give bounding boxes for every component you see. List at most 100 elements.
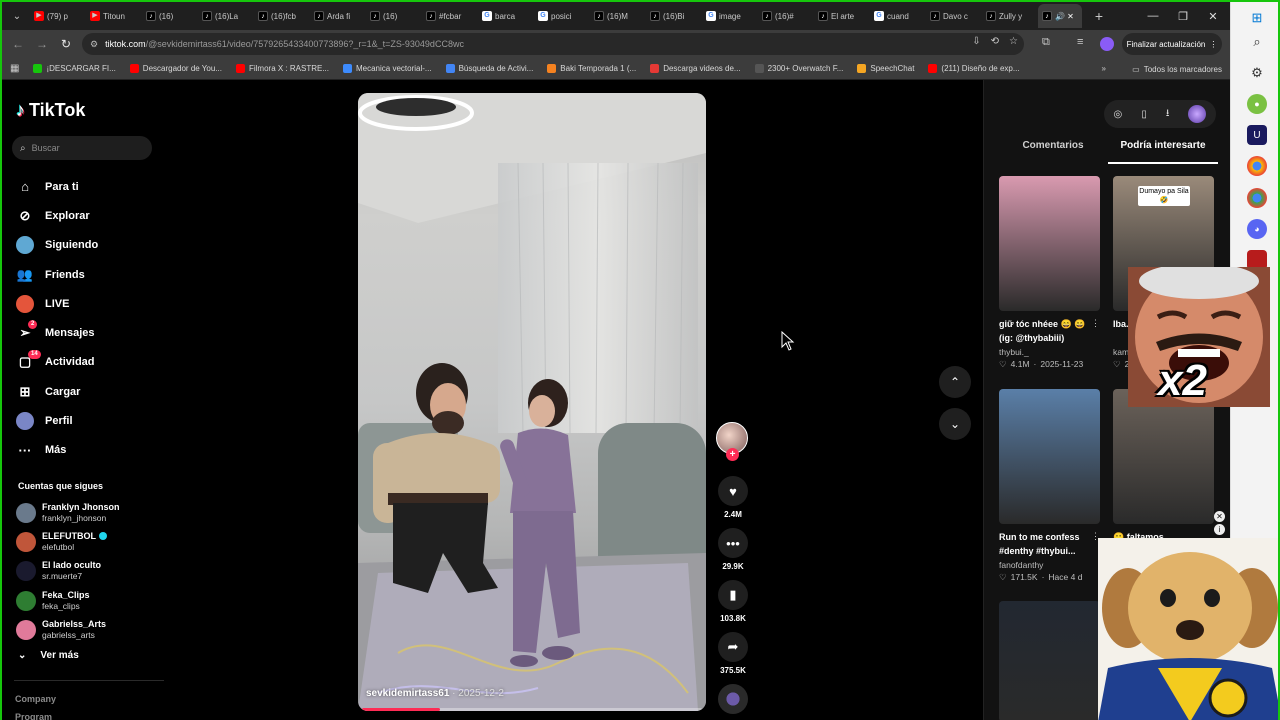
video-author[interactable]: sevkidemirtass61 — [366, 688, 449, 699]
recommended-video-card[interactable]: 🙂 faltamos... — [1113, 389, 1214, 558]
minimize-button[interactable]: — — [1138, 2, 1168, 30]
share-icon[interactable]: ➦ — [718, 632, 748, 662]
gear-icon[interactable]: ⚙ — [1247, 63, 1267, 83]
tiktok-logo[interactable]: ♪ TikTok — [16, 100, 85, 121]
share-action[interactable]: ➦ 375.5K — [716, 632, 750, 675]
browser-tab[interactable]: ♪ (16)# — [758, 4, 812, 28]
browser-tab[interactable]: ♪ Zully y — [982, 4, 1036, 28]
bookmark-item[interactable]: Descarga videos de... — [650, 64, 741, 73]
new-tab-button[interactable]: + — [1088, 8, 1110, 24]
reload-button[interactable]: ↻ — [54, 37, 78, 51]
nav-item-following[interactable]: ◉ Siguiendo — [16, 231, 166, 260]
browser-tab[interactable]: ♪ (16)Bi — [646, 4, 700, 28]
search-box[interactable]: ⌕ — [12, 136, 152, 160]
browser-tab[interactable]: Gcuand — [870, 4, 924, 28]
user-avatar[interactable] — [1188, 105, 1207, 123]
browser-tab[interactable]: ♪ (16) — [366, 4, 420, 28]
app-icon-u[interactable]: U — [1247, 125, 1267, 145]
video-thumbnail[interactable] — [999, 389, 1100, 524]
bookmark-item[interactable]: ¡DESCARGAR FI... — [33, 64, 116, 73]
discord-icon[interactable]: ◕ — [1247, 219, 1267, 239]
comment-action[interactable]: ••• 29.9K — [716, 528, 750, 571]
browser-tab[interactable]: ♪ (16)M — [590, 4, 644, 28]
download-icon[interactable]: ⭳ — [1166, 106, 1170, 123]
bookmark-item[interactable]: (211) Diseño de exp... — [928, 64, 1020, 73]
like-action[interactable]: ♥ 2.4M — [716, 476, 750, 519]
bookmark-item[interactable]: Descargador de You... — [129, 64, 222, 73]
bookmark-item[interactable]: Filmora X : RASTRE... — [235, 64, 329, 73]
bookmark-item[interactable]: 2300+ Overwatch F... — [754, 64, 843, 73]
browser-tab[interactable]: ♪ Davo c — [926, 4, 980, 28]
translate-icon[interactable]: ⟲ — [991, 36, 999, 47]
media-control-icon[interactable]: ≡ — [1077, 36, 1083, 48]
apps-grid-icon[interactable]: ▦ — [10, 63, 19, 74]
browser-tab[interactable]: Gbarca — [478, 4, 532, 28]
chrome-profile-icon[interactable] — [1247, 188, 1267, 208]
browser-tab[interactable]: ♪ Arda fi — [310, 4, 364, 28]
card-more-icon[interactable]: ⋮ — [1091, 318, 1100, 329]
nav-item-activity[interactable]: ▢ 14 Actividad — [16, 348, 166, 377]
tab-comments[interactable]: Comentarios — [998, 136, 1108, 164]
search-icon[interactable]: ⌕ — [1247, 32, 1267, 52]
card-author[interactable]: thybui._ — [999, 347, 1100, 357]
followed-account[interactable]: Gabrielss_Arts gabrielss_arts — [16, 615, 166, 644]
close-window-button[interactable]: ✕ — [1198, 2, 1228, 30]
browser-tab[interactable]: Gimage — [702, 4, 756, 28]
chrome-icon[interactable] — [1247, 156, 1267, 176]
card-author[interactable]: fanofdanthy — [999, 560, 1100, 570]
bookmark-item[interactable]: Búsqueda de Activi... — [445, 64, 533, 73]
music-disc-icon[interactable] — [718, 684, 748, 714]
site-info-icon[interactable]: ⚙ — [90, 39, 98, 50]
browser-tab[interactable]: ♪ El arte — [814, 4, 868, 28]
nav-item-messages[interactable]: ➢ 2 Mensajes — [16, 318, 166, 347]
active-tab-controls[interactable]: 🔊 ✕ — [1055, 12, 1074, 21]
search-input[interactable] — [31, 143, 132, 153]
see-more-button[interactable]: ⌄ Ver más — [18, 650, 79, 661]
next-video-button[interactable]: ⌄ — [939, 408, 971, 440]
browser-tab[interactable]: ♪ (16)La — [198, 4, 252, 28]
browser-tab[interactable]: ♪ #fcbar — [422, 4, 476, 28]
followed-account[interactable]: ELEFUTBOL elefutbol — [16, 527, 166, 556]
tab-recommended[interactable]: Podría interesarte — [1108, 136, 1218, 164]
bookmark-star-icon[interactable]: ☆ — [1009, 36, 1018, 47]
nav-item-profile[interactable]: ◉ Perfil — [16, 406, 166, 435]
update-button[interactable]: Finalizar actualización ⋮ — [1122, 33, 1222, 55]
all-bookmarks-folder[interactable]: ▭ Todos los marcadores — [1132, 58, 1222, 80]
coin-icon[interactable]: ◎ — [1114, 109, 1123, 120]
address-bar[interactable]: ⚙ tiktok.com/@sevkidemirtass61/video/757… — [82, 33, 1024, 55]
followed-account[interactable]: Franklyn Jhonson franklyn_jhonson — [16, 498, 166, 527]
app-icon-green[interactable]: ● — [1247, 94, 1267, 114]
overlay-close-icon[interactable]: ✕ — [1214, 511, 1225, 522]
nav-item-upload[interactable]: ⊞ Cargar — [16, 377, 166, 406]
video-player[interactable]: sevkidemirtass61 · 2025-12-2 — [358, 93, 706, 711]
windows-logo-icon[interactable]: ⊞ — [1247, 8, 1267, 28]
overlay-info-icon[interactable]: i — [1214, 524, 1225, 535]
video-thumbnail[interactable] — [999, 176, 1100, 311]
previous-video-button[interactable]: ⌃ — [939, 366, 971, 398]
bookmark-item[interactable]: Mecanica vectorial-... — [342, 64, 432, 73]
save-action[interactable]: ▮ 103.8K — [716, 580, 750, 623]
comment-icon[interactable]: ••• — [718, 528, 748, 558]
browser-tab[interactable]: ♪ (16) — [142, 4, 196, 28]
follow-plus-icon[interactable]: + — [726, 448, 739, 461]
heart-icon[interactable]: ♥ — [718, 476, 748, 506]
nav-item-compass[interactable]: ⊘ Explorar — [16, 201, 166, 230]
bookmark-icon[interactable]: ▮ — [718, 580, 748, 610]
nav-item-friends[interactable]: 👥 Friends — [16, 260, 166, 289]
footer-link-company[interactable]: Company — [15, 694, 56, 704]
back-button[interactable]: ← — [6, 37, 30, 51]
video-thumbnail[interactable] — [999, 601, 1100, 720]
browser-tab[interactable]: ▶ (79) p — [30, 4, 84, 28]
nav-item-more[interactable]: ··· Más — [16, 436, 166, 465]
recommended-video-card[interactable]: Run to me confess #denthy #thybui... fano… — [999, 389, 1100, 583]
footer-link-program[interactable]: Program — [15, 712, 52, 720]
recommended-video-card[interactable]: giữ tóc nhéee 😄 😄 (ig: @thybabiii) thybui… — [999, 176, 1100, 370]
maximize-button[interactable]: ❐ — [1168, 2, 1198, 30]
forward-button[interactable]: → — [30, 37, 54, 51]
bookmark-item[interactable]: SpeechChat — [857, 64, 914, 73]
browser-tab[interactable]: Gposici — [534, 4, 588, 28]
video-thumbnail[interactable] — [1113, 389, 1214, 524]
install-app-icon[interactable]: ⇩ — [972, 36, 980, 47]
device-icon[interactable]: ▯ — [1141, 109, 1147, 120]
active-tab[interactable]: ♪ 🔊 ✕ — [1038, 4, 1082, 28]
